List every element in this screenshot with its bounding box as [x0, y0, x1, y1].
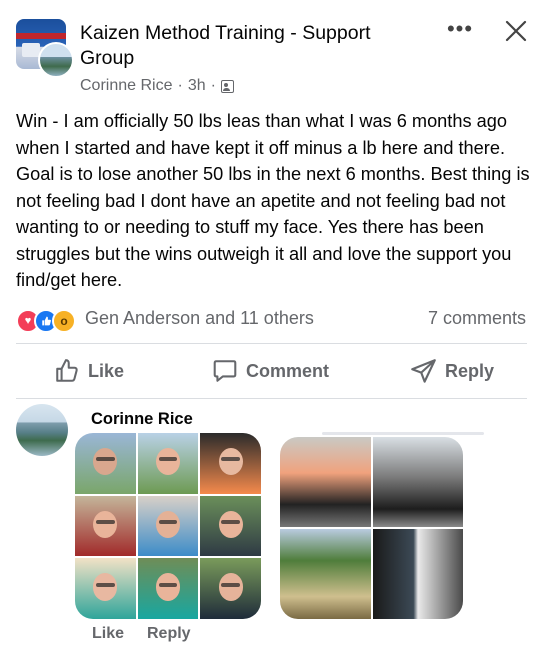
group-audience-icon [220, 79, 234, 93]
meta-separator: · [210, 77, 216, 94]
progress-photo-gym [372, 437, 463, 527]
collage-photo [137, 495, 199, 557]
reaction-icons[interactable]: ♥ o [16, 309, 76, 333]
collage-photo [200, 433, 261, 494]
reply-label: Reply [445, 360, 495, 381]
close-icon[interactable] [498, 13, 534, 49]
post-time[interactable]: 3h [188, 77, 206, 95]
comment-label: Comment [246, 360, 330, 381]
group-name[interactable]: Kaizen Method Training - Support Group [80, 21, 430, 71]
progress-photo-before [280, 437, 371, 527]
collage-photo [137, 433, 199, 494]
reply-button[interactable]: Reply [410, 356, 494, 386]
collage-photo [200, 558, 261, 619]
post-meta: Corinne Rice · 3h · [80, 77, 234, 95]
comment-button[interactable]: Comment [212, 356, 329, 386]
collage-photo [200, 495, 261, 557]
thumbs-up-icon [56, 359, 78, 382]
author-avatar[interactable] [38, 42, 74, 78]
like-label: Like [88, 360, 125, 381]
like-button[interactable]: Like [54, 356, 124, 386]
collage-photo [75, 495, 136, 557]
divider [16, 398, 527, 399]
progress-photo-after [372, 529, 463, 619]
divider [16, 343, 527, 344]
comment-bubble-icon [213, 360, 237, 382]
collage-photo [137, 558, 199, 619]
wow-reaction-icon: o [52, 309, 76, 333]
collage-photo [75, 558, 136, 619]
commenter-avatar[interactable] [16, 404, 68, 456]
author-name[interactable]: Corinne Rice [80, 77, 172, 95]
comments-count[interactable]: 7 comments [428, 308, 526, 329]
comment-photo-collage[interactable] [75, 433, 261, 619]
more-horizontal-icon[interactable]: ••• [442, 17, 478, 41]
commenter-name[interactable]: Corinne Rice [91, 410, 193, 429]
collage-photo [75, 433, 136, 494]
send-icon [411, 358, 436, 383]
comment-like-button[interactable]: Like [92, 625, 124, 643]
comment-photo-progress[interactable] [280, 437, 463, 619]
comment-divider [322, 432, 484, 435]
reaction-summary[interactable]: Gen Anderson and 11 others [85, 308, 314, 329]
post-body: Win - I am officially 50 lbs leas than w… [16, 111, 530, 290]
meta-separator: · [177, 77, 183, 94]
progress-photo-hike [280, 529, 371, 619]
comment-reply-button[interactable]: Reply [147, 625, 191, 643]
